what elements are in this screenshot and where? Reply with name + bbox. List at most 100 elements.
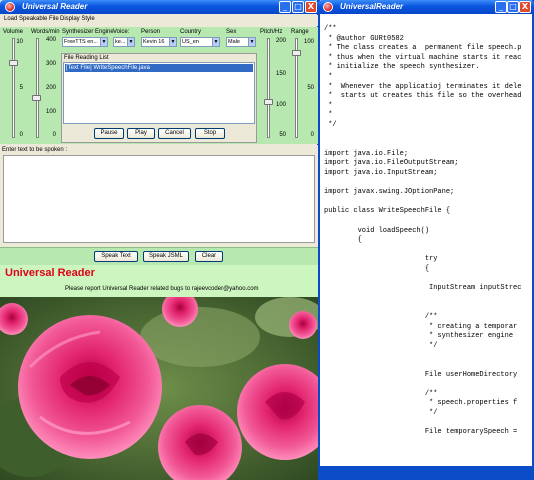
universal-reader-window: Universal Reader _ □ X Load Speakable Fi…	[0, 0, 318, 480]
code-line: /**	[324, 313, 438, 321]
code-line: * @author GURt0582	[324, 34, 404, 43]
chevron-down-icon[interactable]: ▼	[100, 38, 107, 46]
range-scale-50: 50	[307, 85, 314, 91]
file-reading-list[interactable]: [Text File] WriteSpeechFile.java	[63, 62, 255, 124]
code-line: import java.io.FileOutputStream;	[324, 159, 459, 168]
close-button[interactable]: X	[519, 1, 531, 13]
cancel-button[interactable]: Cancel	[158, 128, 191, 139]
code-viewer-window: UniversalReader _ □ X /** * @author GURt…	[318, 0, 534, 480]
range-scale-100: 100	[303, 39, 314, 45]
voice-select[interactable]: ke... ▼	[113, 37, 135, 47]
code-line: /**	[324, 25, 337, 33]
minimize-button[interactable]: _	[279, 1, 291, 13]
menu-load-speakable-file[interactable]: Load Speakable File	[4, 16, 59, 22]
code-line: * synthesizer engine	[324, 332, 514, 341]
code-line: */	[324, 409, 438, 417]
code-line: * thus when the virtual machine starts i…	[324, 53, 522, 62]
code-line: import java.io.File;	[324, 149, 409, 158]
code-line: *	[324, 101, 333, 110]
engine-label: Synthesizer Engine	[62, 29, 114, 35]
speak-jsml-button[interactable]: Speak JSML	[143, 251, 189, 262]
wpm-slider-thumb[interactable]	[32, 95, 41, 101]
app-icon	[5, 2, 15, 12]
person-select[interactable]: Kevin 16 ▼	[141, 37, 177, 47]
country-label: Country	[180, 29, 202, 35]
code-line: */	[324, 341, 438, 350]
volume-scale-min: 0	[19, 132, 23, 138]
wpm-scale-200: 200	[45, 85, 56, 91]
voice-label: Voice:	[113, 29, 130, 35]
code-line: /**	[324, 389, 438, 398]
play-button[interactable]: Play	[127, 128, 155, 139]
left-window-title: Universal Reader	[22, 2, 88, 11]
stop-button[interactable]: Stop	[195, 128, 225, 139]
engine-select-value: FreeTTS en...	[64, 39, 98, 45]
rose-photo	[0, 297, 318, 480]
code-line: */	[324, 121, 337, 129]
code-line: * Whenever the applicatioj terminates it…	[324, 82, 522, 91]
code-line: {	[324, 236, 362, 245]
text-to-speak-input[interactable]	[3, 155, 315, 243]
words-per-min-label: Words/min	[31, 29, 60, 35]
chevron-down-icon[interactable]: ▼	[248, 38, 255, 46]
volume-scale-mid: 5	[19, 85, 23, 91]
person-label: Person	[141, 29, 161, 35]
code-text-area[interactable]: /** * @author GURt0582 * The class creat…	[320, 15, 532, 465]
code-line: void loadSpeech()	[324, 226, 430, 235]
maximize-button[interactable]: □	[507, 1, 519, 13]
code-line: try	[324, 255, 438, 264]
code-line: * initialize the speech synthesizer.	[324, 63, 480, 72]
code-line: *	[324, 73, 333, 81]
close-button[interactable]: X	[305, 1, 317, 13]
code-line: public class WriteSpeechFile {	[324, 207, 451, 216]
sex-select-value: Male	[228, 39, 240, 45]
app-banner: Universal Reader Please report Universal…	[0, 265, 318, 297]
wpm-scale-400: 400	[45, 37, 56, 43]
chevron-down-icon[interactable]: ▼	[212, 38, 219, 46]
rose-photo-image	[0, 297, 318, 480]
minimize-button[interactable]: _	[495, 1, 507, 13]
pitch-scale-50: 50	[279, 132, 286, 138]
pause-button[interactable]: Pause	[94, 128, 124, 139]
country-select-value: US_en	[182, 39, 199, 45]
code-line: {	[324, 265, 430, 273]
volume-label: Volume	[3, 29, 24, 35]
sex-select[interactable]: Male ▼	[226, 37, 256, 47]
app-icon	[323, 2, 333, 12]
left-title-bar[interactable]: Universal Reader _ □ X	[0, 0, 318, 14]
range-slider-thumb[interactable]	[292, 50, 301, 56]
pitch-label: Pitch/Hz	[260, 29, 283, 35]
pitch-slider-track[interactable]	[267, 38, 270, 138]
right-title-bar[interactable]: UniversalReader _ □ X	[318, 0, 534, 14]
sex-label: Sex	[226, 29, 237, 35]
country-select[interactable]: US_en ▼	[180, 37, 220, 47]
bug-report-text: Please report Universal Reader related b…	[65, 286, 259, 292]
volume-slider-thumb[interactable]	[9, 60, 18, 66]
chevron-down-icon[interactable]: ▼	[127, 38, 134, 46]
speak-text-button[interactable]: Speak Text	[94, 251, 138, 262]
clear-button[interactable]: Clear	[195, 251, 223, 262]
code-line: import java.io.InputStream;	[324, 169, 438, 177]
wpm-scale-0: 0	[52, 132, 56, 138]
chevron-down-icon[interactable]: ▼	[169, 38, 176, 46]
code-line: InputStream inputStrec	[324, 284, 522, 293]
code-line: File temporarySpeech =	[324, 428, 518, 437]
banner-title: Universal Reader	[5, 267, 95, 279]
window-bottom-border	[320, 466, 532, 480]
code-line: * speech.properties f	[324, 399, 518, 408]
wpm-scale-300: 300	[45, 61, 56, 67]
code-line: * starts ut creates this file so the ove…	[324, 92, 522, 101]
pitch-scale-150: 150	[275, 71, 286, 77]
code-line: import javax.swing.JOptionPane;	[324, 188, 455, 197]
engine-select[interactable]: FreeTTS en... ▼	[62, 37, 108, 47]
range-label: Range	[291, 29, 309, 35]
pitch-scale-200: 200	[275, 38, 286, 44]
code-line: File userHomeDirectory	[324, 370, 518, 379]
code-line: *	[324, 111, 333, 120]
list-item[interactable]: [Text File] WriteSpeechFile.java	[65, 64, 253, 72]
wpm-scale-100: 100	[45, 109, 56, 115]
maximize-button[interactable]: □	[292, 1, 304, 13]
menu-display-style[interactable]: Display Style	[60, 16, 95, 22]
speak-button-bar: Speak Text Speak JSML Clear	[0, 247, 318, 265]
code-line: * creating a temporar	[324, 322, 518, 331]
